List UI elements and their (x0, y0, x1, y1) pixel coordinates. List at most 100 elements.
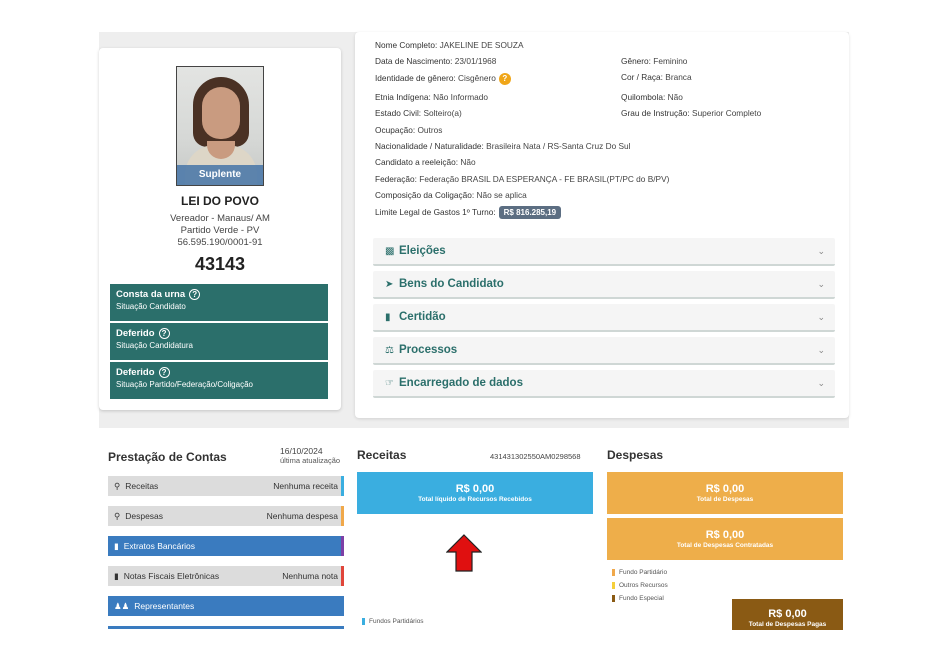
despesas-contratadas-label: Total de Despesas Contratadas (676, 542, 774, 549)
people-icon: ♟♟ (114, 600, 130, 611)
despesas-pagas-label: Total de Despesas Pagas (748, 621, 827, 628)
despesas-legend-outros-recursos: Outros Recursos (612, 582, 668, 589)
despesas-total-amount: R$ 0,00 (705, 483, 745, 495)
candidate-role: Vereador - Manaus/ AM (170, 213, 270, 224)
status-title: Consta da urna (116, 289, 186, 300)
detail-nationality: Nacionalidade / Naturalidade: Brasileira… (375, 141, 631, 151)
despesas-pagas-amount: R$ 0,00 (768, 608, 807, 620)
candidate-cnpj: 56.595.190/0001-91 (177, 237, 263, 248)
accordion-certidao[interactable]: ▮ Certidão ⌄ (373, 304, 835, 332)
legend-swatch (612, 569, 615, 576)
despesas-legend-fundo-especial: Fundo Especial (612, 595, 664, 602)
accordion-label: Encarregado de dados (399, 377, 523, 389)
row-label: Notas Fiscais Eletrônicas (123, 571, 220, 581)
detail-reelection: Candidato a reeleição: Não (375, 157, 476, 167)
legend-swatch (612, 595, 615, 602)
row-value: Nenhuma despesa (266, 511, 338, 521)
accounts-title: Prestação de Contas (108, 450, 227, 464)
row-value: Nenhuma receita (273, 481, 338, 491)
legend-swatch (612, 582, 615, 589)
accounts-row-partial (108, 626, 344, 629)
status-title: Deferido (116, 367, 155, 378)
row-label: Receitas (125, 481, 159, 491)
help-icon[interactable]: ? (498, 73, 511, 85)
receitas-total-box: R$ 0,00 Total líquido de Recursos Recebi… (357, 472, 593, 514)
red-arrow-up-icon (446, 534, 482, 572)
status-candidato: Consta da urna? Situação Candidato (110, 284, 328, 321)
accordion-encarregado[interactable]: ☞ Encarregado de dados ⌄ (373, 370, 835, 398)
file-icon: ▮ (385, 311, 391, 323)
search-icon: ⚲ (114, 480, 121, 491)
candidate-photo: Suplente (176, 66, 264, 186)
receitas-title: Receitas (357, 448, 407, 462)
search-icon: ⚲ (114, 510, 121, 521)
detail-federation: Federação: Federação BRASIL DA ESPERANÇA… (375, 174, 670, 184)
status-subtitle: Situação Partido/Federação/Coligação (116, 380, 253, 389)
update-caption: última atualização (280, 456, 341, 465)
file-icon: ▮ (114, 540, 119, 551)
accordion-eleicoes[interactable]: ▩ Eleições ⌄ (373, 238, 835, 266)
detail-ethnicity: Etnia Indígena: Não Informado (375, 92, 489, 102)
despesas-total-label: Total de Despesas (696, 496, 754, 503)
row-value: Nenhuma nota (282, 571, 338, 581)
accordion-label: Processos (399, 344, 458, 356)
row-edge (341, 536, 344, 556)
chart-icon: ▩ (385, 245, 395, 257)
accordion-label: Eleições (399, 245, 446, 257)
receitas-total-amount: R$ 0,00 (455, 483, 495, 495)
accordion-processos[interactable]: ⚖ Processos ⌄ (373, 337, 835, 365)
candidate-details-card: Nome Completo: JAKELINE DE SOUZA Data de… (355, 32, 849, 418)
page: Suplente LEI DO POVO Vereador - Manaus/ … (0, 0, 946, 650)
status-title: Deferido (116, 328, 155, 339)
chevron-down-icon: ⌄ (817, 312, 825, 322)
detail-race: Cor / Raça: Branca (621, 72, 692, 82)
row-edge (341, 506, 344, 526)
despesas-total-box: R$ 0,00 Total de Despesas (607, 472, 843, 514)
accordion-bens[interactable]: ➤ Bens do Candidato ⌄ (373, 271, 835, 299)
detail-quilombola: Quilombola: Não (621, 92, 683, 102)
legend-label: Fundo Especial (619, 595, 664, 602)
chevron-down-icon: ⌄ (817, 378, 825, 388)
detail-birth: Data de Nascimento: 23/01/1968 (375, 56, 497, 66)
help-icon[interactable]: ? (158, 328, 170, 339)
tag-icon: ➤ (385, 278, 394, 290)
scale-icon: ⚖ (385, 344, 394, 356)
accounts-row-extratos[interactable]: ▮ Extratos Bancários (108, 536, 344, 556)
detail-occupation: Ocupação: Outros (375, 125, 443, 135)
receitas-total-label: Total líquido de Recursos Recebidos (418, 496, 532, 503)
detail-education: Grau de Instrução: Superior Completo (621, 108, 762, 118)
suplente-badge: Suplente (177, 165, 263, 185)
accounts-row-despesas[interactable]: ⚲ Despesas Nenhuma despesa (108, 506, 344, 526)
candidate-profile-card: Suplente LEI DO POVO Vereador - Manaus/ … (99, 48, 341, 410)
help-icon[interactable]: ? (189, 289, 201, 300)
accordion-label: Certidão (399, 311, 446, 323)
row-label: Despesas (125, 511, 164, 521)
despesas-pagas-box: R$ 0,00 Total de Despesas Pagas (732, 599, 843, 630)
candidate-number: 43143 (194, 254, 246, 274)
legend-label: Fundo Partidário (619, 569, 668, 576)
chevron-down-icon: ⌄ (817, 345, 825, 355)
detail-spending-limit: Limite Legal de Gastos 1º Turno: R$ 816.2… (375, 206, 562, 219)
accounts-row-representantes[interactable]: ♟♟ Representantes (108, 596, 344, 616)
chevron-down-icon: ⌄ (817, 246, 825, 256)
status-partido: Deferido? Situação Partido/Federação/Col… (110, 362, 328, 399)
detail-coalition: Composição da Coligação: Não se aplica (375, 190, 527, 200)
accounts-row-receitas[interactable]: ⚲ Receitas Nenhuma receita (108, 476, 344, 496)
file-icon: ▮ (114, 570, 119, 581)
despesas-contratadas-box: R$ 0,00 Total de Despesas Contratadas (607, 518, 843, 560)
row-label: Extratos Bancários (123, 541, 196, 551)
despesas-title: Despesas (607, 448, 664, 462)
detail-civil: Estado Civil: Solteiro(a) (375, 108, 462, 118)
accounts-row-notas[interactable]: ▮ Notas Fiscais Eletrônicas Nenhuma nota (108, 566, 344, 586)
despesas-contratadas-amount: R$ 0,00 (705, 529, 745, 541)
accounts-update: 16/10/2024 última atualização (280, 446, 340, 465)
despesas-legend-fundo-partidario: Fundo Partidário (612, 569, 667, 576)
accordion-label: Bens do Candidato (399, 278, 504, 290)
help-icon[interactable]: ? (158, 367, 170, 378)
row-edge (341, 476, 344, 496)
detail-gender-identity: Identidade de gênero: Cisgênero? (375, 73, 511, 85)
legend-label: Outros Recursos (619, 582, 668, 589)
legend-swatch (362, 618, 365, 625)
status-candidatura: Deferido? Situação Candidatura (110, 323, 328, 360)
row-label: Representantes (134, 601, 195, 611)
